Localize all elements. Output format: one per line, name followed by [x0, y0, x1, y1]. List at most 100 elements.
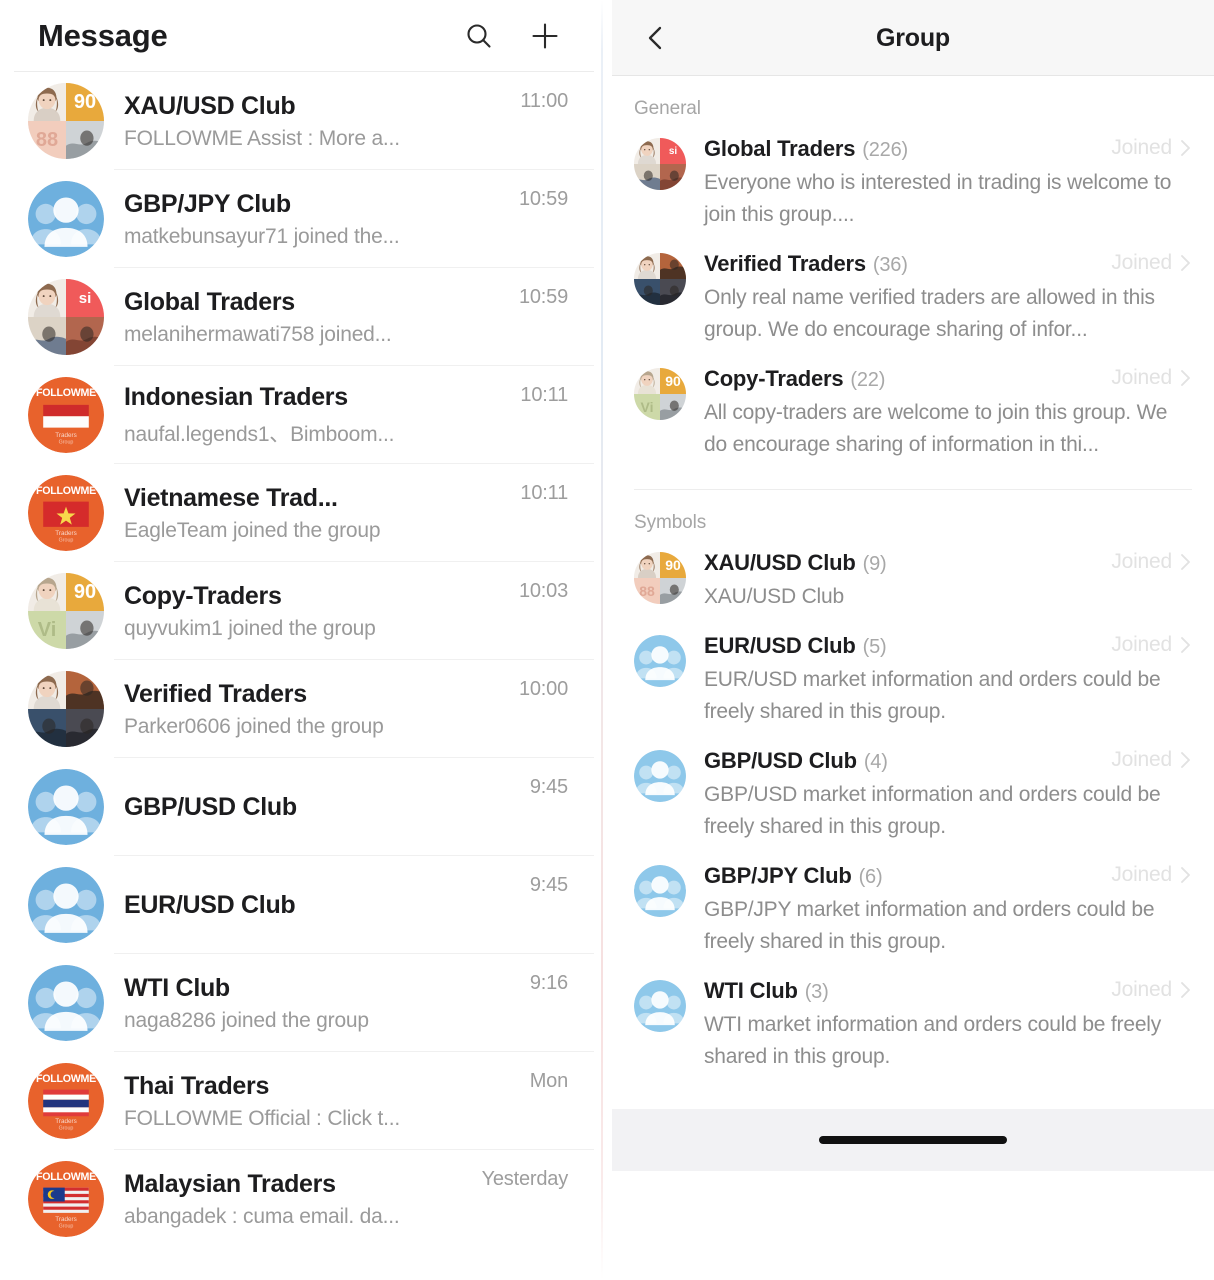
- group-join-status[interactable]: Joined: [1111, 550, 1192, 574]
- conversation-name: Verified Traders: [124, 679, 307, 708]
- chevron-right-icon: [1181, 752, 1190, 768]
- conversation-text: XAU/USD Club FOLLOWME Assist : More a...: [104, 92, 520, 151]
- group-panel: Group General si Global Traders (226) Everyo…: [612, 0, 1214, 1280]
- group-list-item[interactable]: GBP/USD Club (4) GBP/USD market informatio…: [612, 738, 1214, 853]
- conversation-preview: naufal.legends1、Bimboom...: [124, 422, 395, 446]
- message-list-item[interactable]: FOLLOWME Traders Group Indonesian Traders na…: [0, 366, 594, 464]
- conversation-text: Global Traders melanihermawati758 joined.…: [104, 288, 519, 347]
- plus-icon: [532, 23, 558, 49]
- group-avatar: 90 Vi: [634, 368, 686, 420]
- search-icon: [467, 24, 491, 48]
- group-list-item[interactable]: GBP/JPY Club (6) GBP/JPY market informatio…: [612, 853, 1214, 968]
- group-avatar: [634, 980, 686, 1032]
- conversation-preview: FOLLOWME Assist : More a...: [124, 126, 400, 150]
- group-item-description: WTI market information and orders could …: [704, 1013, 1162, 1068]
- group-list-item[interactable]: Verified Traders (36) Only real name verif…: [612, 241, 1214, 356]
- conversation-text: WTI Club naga8286 joined the group: [104, 974, 530, 1033]
- group-member-count: (5): [862, 636, 887, 658]
- message-list-item[interactable]: FOLLOWME Traders Group Thai Traders FOLLOWME…: [0, 1052, 594, 1150]
- group-member-count: (226): [862, 139, 908, 161]
- svg-text:Group: Group: [59, 1224, 74, 1230]
- conversation-avatar: si: [28, 279, 104, 355]
- group-join-status[interactable]: Joined: [1111, 136, 1192, 160]
- conversation-preview: melanihermawati758 joined...: [124, 322, 392, 346]
- conversation-preview: quyvukim1 joined the group: [124, 616, 376, 640]
- group-avatar: 90 88: [634, 552, 686, 604]
- conversation-preview: matkebunsayur71 joined the...: [124, 224, 400, 248]
- group-header: Group: [612, 0, 1214, 76]
- conversation-text: GBP/USD Club: [104, 793, 530, 822]
- conversation-time: 9:16: [529, 972, 568, 994]
- group-member-count: (36): [872, 254, 908, 276]
- group-list-item[interactable]: si Global Traders (226) Everyone who is int…: [612, 126, 1214, 241]
- group-list-item[interactable]: 90 88 XAU/USD Club (9) XAU/USD Club Joined: [612, 540, 1214, 623]
- conversation-time: 9:45: [529, 776, 568, 798]
- home-indicator[interactable]: [819, 1136, 1007, 1144]
- joined-label: Joined: [1111, 633, 1172, 656]
- group-item-name: Global Traders: [704, 136, 856, 161]
- add-button[interactable]: [528, 19, 562, 53]
- group-item-name: GBP/JPY Club: [704, 863, 852, 888]
- group-join-status[interactable]: Joined: [1111, 748, 1192, 772]
- conversation-preview: EagleTeam joined the group: [124, 518, 381, 542]
- message-list[interactable]: 90 88 XAU/USD Club FOLLOWME Assist : More a…: [0, 72, 594, 1248]
- group-avatar-icon: [634, 635, 686, 687]
- joined-label: Joined: [1111, 978, 1172, 1001]
- group-list[interactable]: General si Global Traders (226) Everyone who…: [612, 76, 1214, 1083]
- group-member-count: (9): [862, 553, 887, 575]
- conversation-avatar: [28, 769, 104, 845]
- conversation-avatar: 90 88: [28, 83, 104, 159]
- chevron-left-icon: [648, 26, 662, 50]
- chevron-right-icon: [1181, 637, 1190, 653]
- conversation-text: Vietnamese Trad... EagleTeam joined the g…: [104, 484, 520, 543]
- group-join-status[interactable]: Joined: [1111, 251, 1192, 275]
- group-list-item[interactable]: EUR/USD Club (5) EUR/USD market informatio…: [612, 623, 1214, 738]
- message-list-item[interactable]: Verified Traders Parker0606 joined the gr…: [0, 660, 594, 758]
- group-avatar: [634, 750, 686, 802]
- message-list-item[interactable]: WTI Club naga8286 joined the group 9:16: [0, 954, 594, 1052]
- svg-text:Traders: Traders: [55, 432, 77, 439]
- home-indicator-area: [612, 1109, 1214, 1171]
- group-title: Group: [876, 23, 950, 52]
- conversation-time: 10:59: [518, 188, 568, 210]
- message-list-item[interactable]: GBP/JPY Club matkebunsayur71 joined the..…: [0, 170, 594, 268]
- group-join-status[interactable]: Joined: [1111, 978, 1192, 1002]
- message-list-item[interactable]: FOLLOWME Traders Group Vietnamese Trad... Ea…: [0, 464, 594, 562]
- svg-text:Group: Group: [59, 1126, 74, 1132]
- svg-text:Traders: Traders: [55, 530, 77, 537]
- conversation-avatar: FOLLOWME Traders Group: [28, 475, 104, 551]
- conversation-name: Indonesian Traders: [124, 382, 348, 411]
- conversation-time: Yesterday: [481, 1168, 569, 1190]
- message-list-item[interactable]: 90 Vi Copy-Traders quyvukim1 joined the gro…: [0, 562, 594, 660]
- message-list-item[interactable]: si Global Traders melanihermawati758 joine…: [0, 268, 594, 366]
- conversation-avatar: FOLLOWME Traders Group: [28, 377, 104, 453]
- chevron-right-icon: [1181, 255, 1190, 271]
- message-list-item[interactable]: EUR/USD Club 9:45: [0, 856, 594, 954]
- conversation-name: Copy-Traders: [124, 581, 282, 610]
- conversation-avatar: 90 Vi: [28, 573, 104, 649]
- group-item-name: XAU/USD Club: [704, 550, 856, 575]
- group-join-status[interactable]: Joined: [1111, 366, 1192, 390]
- group-item-description: Only real name verified traders are allo…: [704, 286, 1155, 341]
- group-list-item[interactable]: 90 Vi Copy-Traders (22) All copy-traders are…: [612, 356, 1214, 471]
- group-join-status[interactable]: Joined: [1111, 863, 1192, 887]
- group-list-item[interactable]: WTI Club (3) WTI market information and or…: [612, 968, 1214, 1083]
- message-list-item[interactable]: FOLLOWME Traders Group Malaysian Traders aba…: [0, 1150, 594, 1248]
- svg-text:Traders: Traders: [55, 1216, 77, 1223]
- message-list-item[interactable]: 90 88 XAU/USD Club FOLLOWME Assist : More a…: [0, 72, 594, 170]
- conversation-name: XAU/USD Club: [124, 91, 296, 120]
- search-button[interactable]: [462, 19, 496, 53]
- svg-text:Group: Group: [59, 538, 74, 544]
- conversation-preview: FOLLOWME Official : Click t...: [124, 1106, 400, 1130]
- conversation-name: Global Traders: [124, 287, 295, 316]
- group-join-status[interactable]: Joined: [1111, 633, 1192, 657]
- group-member-count: (4): [863, 751, 888, 773]
- group-avatar-icon: [634, 865, 686, 917]
- group-avatar: [634, 253, 686, 305]
- app-screen: Message 90 88 XAU/USD Club FOLLOWME Assist …: [0, 0, 1214, 1280]
- back-button[interactable]: [636, 18, 676, 58]
- message-list-item[interactable]: GBP/USD Club 9:45: [0, 758, 594, 856]
- group-avatar-icon: [28, 769, 104, 845]
- group-avatar-icon: [28, 181, 104, 257]
- message-panel: Message 90 88 XAU/USD Club FOLLOWME Assist …: [0, 0, 594, 1280]
